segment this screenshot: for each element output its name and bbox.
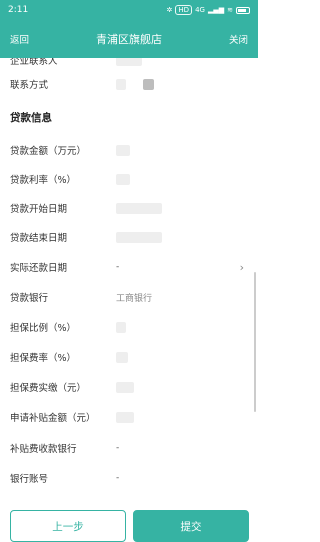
form-row-loan-end-date: 贷款结束日期 [0, 223, 258, 251]
form-row-bank-account: 银行账号 - [0, 464, 258, 492]
redacted-value [116, 202, 162, 214]
field-value [116, 58, 142, 66]
network-label: 4G [195, 6, 205, 14]
field-label: 银行账号 [10, 474, 49, 485]
back-button[interactable]: 返回 [10, 32, 29, 46]
section-title-loan-info: 贷款信息 [10, 112, 52, 124]
form-row-subsidy-amount: 申请补贴金额（元） [0, 403, 258, 431]
form-row-interest-rate: 贷款利率（%） [0, 165, 258, 193]
field-label: 申请补贴金额（元） [10, 413, 96, 424]
redacted-value [116, 321, 126, 333]
form-content[interactable]: 企业联系人 联系方式 贷款信息 贷款金额（万元） 贷款利率（%） 贷款开始日期 … [0, 58, 258, 496]
hd-badge: HD [175, 5, 193, 15]
prev-step-button[interactable]: 上一步 [10, 510, 126, 542]
form-row-guarantee-fee-rate: 担保费率（%） [0, 343, 258, 371]
field-label: 企业联系人 [10, 58, 58, 67]
form-row-subsidy-bank: 补贴费收款银行 - [0, 434, 258, 462]
signal-icon: ▂▄▆ [207, 6, 225, 14]
field-label: 贷款利率（%） [10, 175, 77, 186]
status-bar: 2:11 ✲ HD 4G ▂▄▆ ≋ [0, 0, 258, 20]
status-icons: ✲ HD 4G ▂▄▆ ≋ [167, 5, 250, 15]
form-row-loan-amount: 贷款金额（万元） [0, 136, 258, 164]
form-row-loan-start-date: 贷款开始日期 [0, 194, 258, 222]
field-label: 贷款开始日期 [10, 204, 68, 215]
field-label: 担保比例（%） [10, 323, 77, 334]
redacted-value [116, 231, 162, 243]
field-value: - [116, 262, 120, 272]
form-row-guarantee-ratio: 担保比例（%） [0, 313, 258, 341]
field-label: 实际还款日期 [10, 263, 68, 274]
submit-button[interactable]: 提交 [133, 510, 249, 542]
form-row-guarantee-fee-paid: 担保费实缴（元） [0, 373, 258, 401]
gear-icon: ✲ [166, 6, 173, 14]
field-label: 补贴费收款银行 [10, 444, 77, 455]
field-value: 工商银行 [116, 293, 153, 304]
status-time: 2:11 [8, 5, 29, 15]
field-label: 贷款银行 [10, 293, 49, 304]
battery-icon [236, 6, 250, 14]
form-row-actual-repayment-date[interactable]: 实际还款日期 - › [0, 253, 258, 281]
form-row-contact: 联系方式 [0, 70, 258, 98]
page-title: 青浦区旗舰店 [96, 33, 162, 46]
close-button[interactable]: 关闭 [229, 32, 248, 46]
field-value: - [116, 443, 120, 453]
chevron-right-icon: › [239, 260, 244, 274]
field-label: 贷款金额（万元） [10, 146, 87, 157]
redacted-value [116, 411, 134, 423]
form-row-loan-bank: 贷款银行 工商银行 [0, 283, 258, 311]
scrollbar[interactable] [254, 272, 256, 412]
wifi-icon: ≋ [227, 6, 233, 14]
field-label: 联系方式 [10, 80, 49, 91]
nav-bar: 返回 青浦区旗舰店 关闭 [0, 20, 258, 58]
field-value: - [116, 473, 120, 483]
redacted-value [116, 173, 130, 185]
field-value [116, 78, 154, 90]
redacted-value [116, 144, 130, 156]
footer-actions: 上一步 提交 [0, 496, 258, 542]
redacted-value [116, 351, 128, 363]
field-label: 贷款结束日期 [10, 233, 68, 244]
field-label: 担保费率（%） [10, 353, 77, 364]
redacted-value [116, 381, 134, 393]
field-label: 担保费实缴（元） [10, 383, 87, 394]
